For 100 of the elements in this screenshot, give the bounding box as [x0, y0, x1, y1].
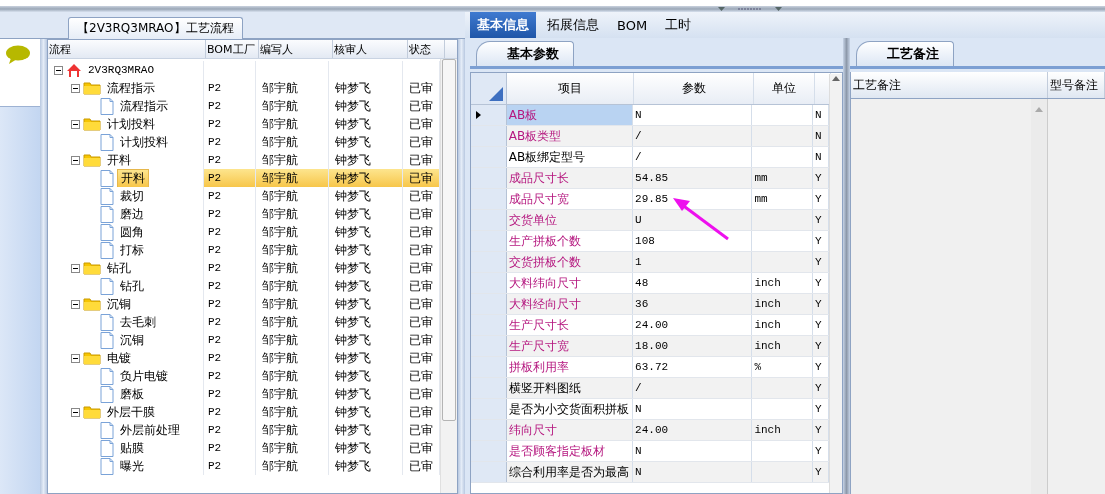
table-cell: 已审 — [409, 295, 434, 313]
document-icon — [100, 439, 114, 457]
table-cell: 邹宇航 — [262, 349, 299, 367]
tree-item[interactable]: 流程指示 — [117, 97, 171, 115]
table-cell: 48 — [635, 277, 649, 289]
tree-item[interactable]: 2V3RQ3MRAO — [85, 61, 157, 79]
table-cell: P2 — [207, 370, 222, 382]
table-cell: 邹宇航 — [262, 223, 299, 241]
document-icon — [100, 223, 114, 241]
collapse-icon[interactable] — [71, 263, 80, 273]
tab[interactable]: 工时 — [658, 12, 699, 38]
table-cell: inch — [754, 340, 781, 352]
corner-triangle-icon — [489, 87, 503, 101]
tree-item[interactable]: 沉铜 — [117, 331, 147, 349]
tree-item[interactable]: 沉铜 — [104, 295, 134, 313]
tree-item[interactable]: 开料 — [104, 151, 134, 169]
splitter-bar[interactable] — [40, 39, 47, 494]
column-header[interactable]: 参数 — [634, 73, 754, 104]
table-cell: P2 — [207, 406, 222, 418]
table-cell: 大料经向尺寸 — [508, 295, 581, 313]
document-icon — [100, 385, 114, 403]
table-cell: 拼板利用率 — [508, 358, 569, 376]
scrollbar[interactable] — [829, 74, 842, 493]
table-cell: 邹宇航 — [262, 241, 299, 259]
table-cell: 邹宇航 — [262, 97, 299, 115]
collapse-icon[interactable] — [71, 407, 80, 417]
column-header[interactable]: BOM工厂 — [206, 40, 259, 58]
tree-item[interactable]: 去毛刺 — [117, 313, 159, 331]
tree-item[interactable]: 计划投料 — [117, 133, 171, 151]
table-cell: inch — [754, 298, 781, 310]
tab[interactable]: 基本参数 — [476, 41, 574, 66]
table-cell: 钟梦飞 — [335, 79, 372, 97]
scrollbar[interactable] — [1031, 99, 1047, 494]
table-cell: 邹宇航 — [262, 313, 299, 331]
tree-item[interactable]: 流程指示 — [104, 79, 158, 97]
table-cell: 邹宇航 — [262, 457, 299, 475]
column-header[interactable]: 工艺备注 — [851, 72, 1048, 98]
tree-item[interactable]: 裁切 — [117, 187, 147, 205]
table-cell: N — [635, 403, 642, 415]
collapse-icon[interactable] — [71, 353, 80, 363]
tree-item[interactable]: 钻孔 — [104, 259, 134, 277]
table-cell: P2 — [207, 460, 222, 472]
tree-item[interactable]: 圆角 — [117, 223, 147, 241]
tree-item[interactable]: 曝光 — [117, 457, 147, 475]
column-header[interactable]: 单位 — [754, 73, 815, 104]
tree-item[interactable]: 贴膜 — [117, 439, 147, 457]
tree-item[interactable]: 负片电镀 — [117, 367, 171, 385]
tab[interactable]: 工艺备注 — [856, 41, 954, 66]
table-cell: Y — [815, 445, 822, 457]
table-cell: inch — [754, 319, 781, 331]
scrollbar-thumb[interactable] — [442, 59, 456, 421]
column-header[interactable]: 型号备注 — [1048, 72, 1105, 98]
column-header[interactable]: 状态 — [408, 40, 445, 58]
table-cell: P2 — [207, 118, 222, 130]
document-icon — [100, 277, 114, 295]
table-cell: P2 — [207, 136, 222, 148]
table-cell: Y — [815, 403, 822, 415]
table-cell: 邹宇航 — [262, 403, 299, 421]
tree-item[interactable]: 磨边 — [117, 205, 147, 223]
table-cell: 综合利用率是否为最高 — [508, 463, 629, 481]
tree-item[interactable]: 磨板 — [117, 385, 147, 403]
column-header[interactable]: 核审人 — [333, 40, 408, 58]
column-header[interactable]: 项目 — [507, 73, 634, 104]
row-header[interactable] — [471, 105, 507, 125]
column-header[interactable]: 流程 — [48, 40, 206, 58]
table-cell: 生产尺寸长 — [508, 316, 569, 334]
folder-icon — [83, 261, 101, 275]
scrollbar[interactable] — [440, 59, 457, 493]
table-cell: N — [815, 151, 822, 163]
table-cell: 交货拼板个数 — [508, 253, 581, 271]
table-cell: 邹宇航 — [262, 421, 299, 439]
tree-item[interactable]: 外层前处理 — [117, 421, 183, 439]
table-cell: 已审 — [409, 97, 434, 115]
tree-item[interactable]: 外层干膜 — [104, 403, 158, 421]
splitter-bar[interactable] — [458, 39, 465, 494]
table-cell: 钟梦飞 — [335, 205, 372, 223]
collapse-icon[interactable] — [71, 119, 80, 129]
document-icon — [100, 205, 114, 223]
collapse-icon[interactable] — [71, 83, 80, 93]
table-cell: inch — [754, 424, 781, 436]
tree-item[interactable]: 钻孔 — [117, 277, 147, 295]
table-cell: 交货单位 — [508, 211, 557, 229]
speech-bubble-icon[interactable] — [5, 45, 31, 65]
tree-item[interactable]: 电镀 — [104, 349, 134, 367]
tree-item[interactable]: 打标 — [117, 241, 147, 259]
collapse-icon[interactable] — [71, 299, 80, 309]
splitter-handle-icon[interactable] — [718, 6, 782, 12]
tree-item[interactable]: 开料 — [117, 169, 149, 187]
tab[interactable]: 基本信息 — [470, 12, 536, 38]
table-cell: Y — [815, 466, 822, 478]
table-cell: 钟梦飞 — [335, 277, 372, 295]
collapse-icon[interactable] — [54, 65, 63, 75]
folder-icon — [83, 351, 101, 365]
tab[interactable]: 拓展信息 — [540, 12, 606, 38]
column-header[interactable]: 编写人 — [259, 40, 333, 58]
tab[interactable]: BOM — [610, 12, 655, 38]
table-cell: 36 — [635, 298, 649, 310]
tree-item[interactable]: 计划投料 — [104, 115, 158, 133]
collapse-icon[interactable] — [71, 155, 80, 165]
scroll-up-icon[interactable] — [832, 76, 840, 81]
